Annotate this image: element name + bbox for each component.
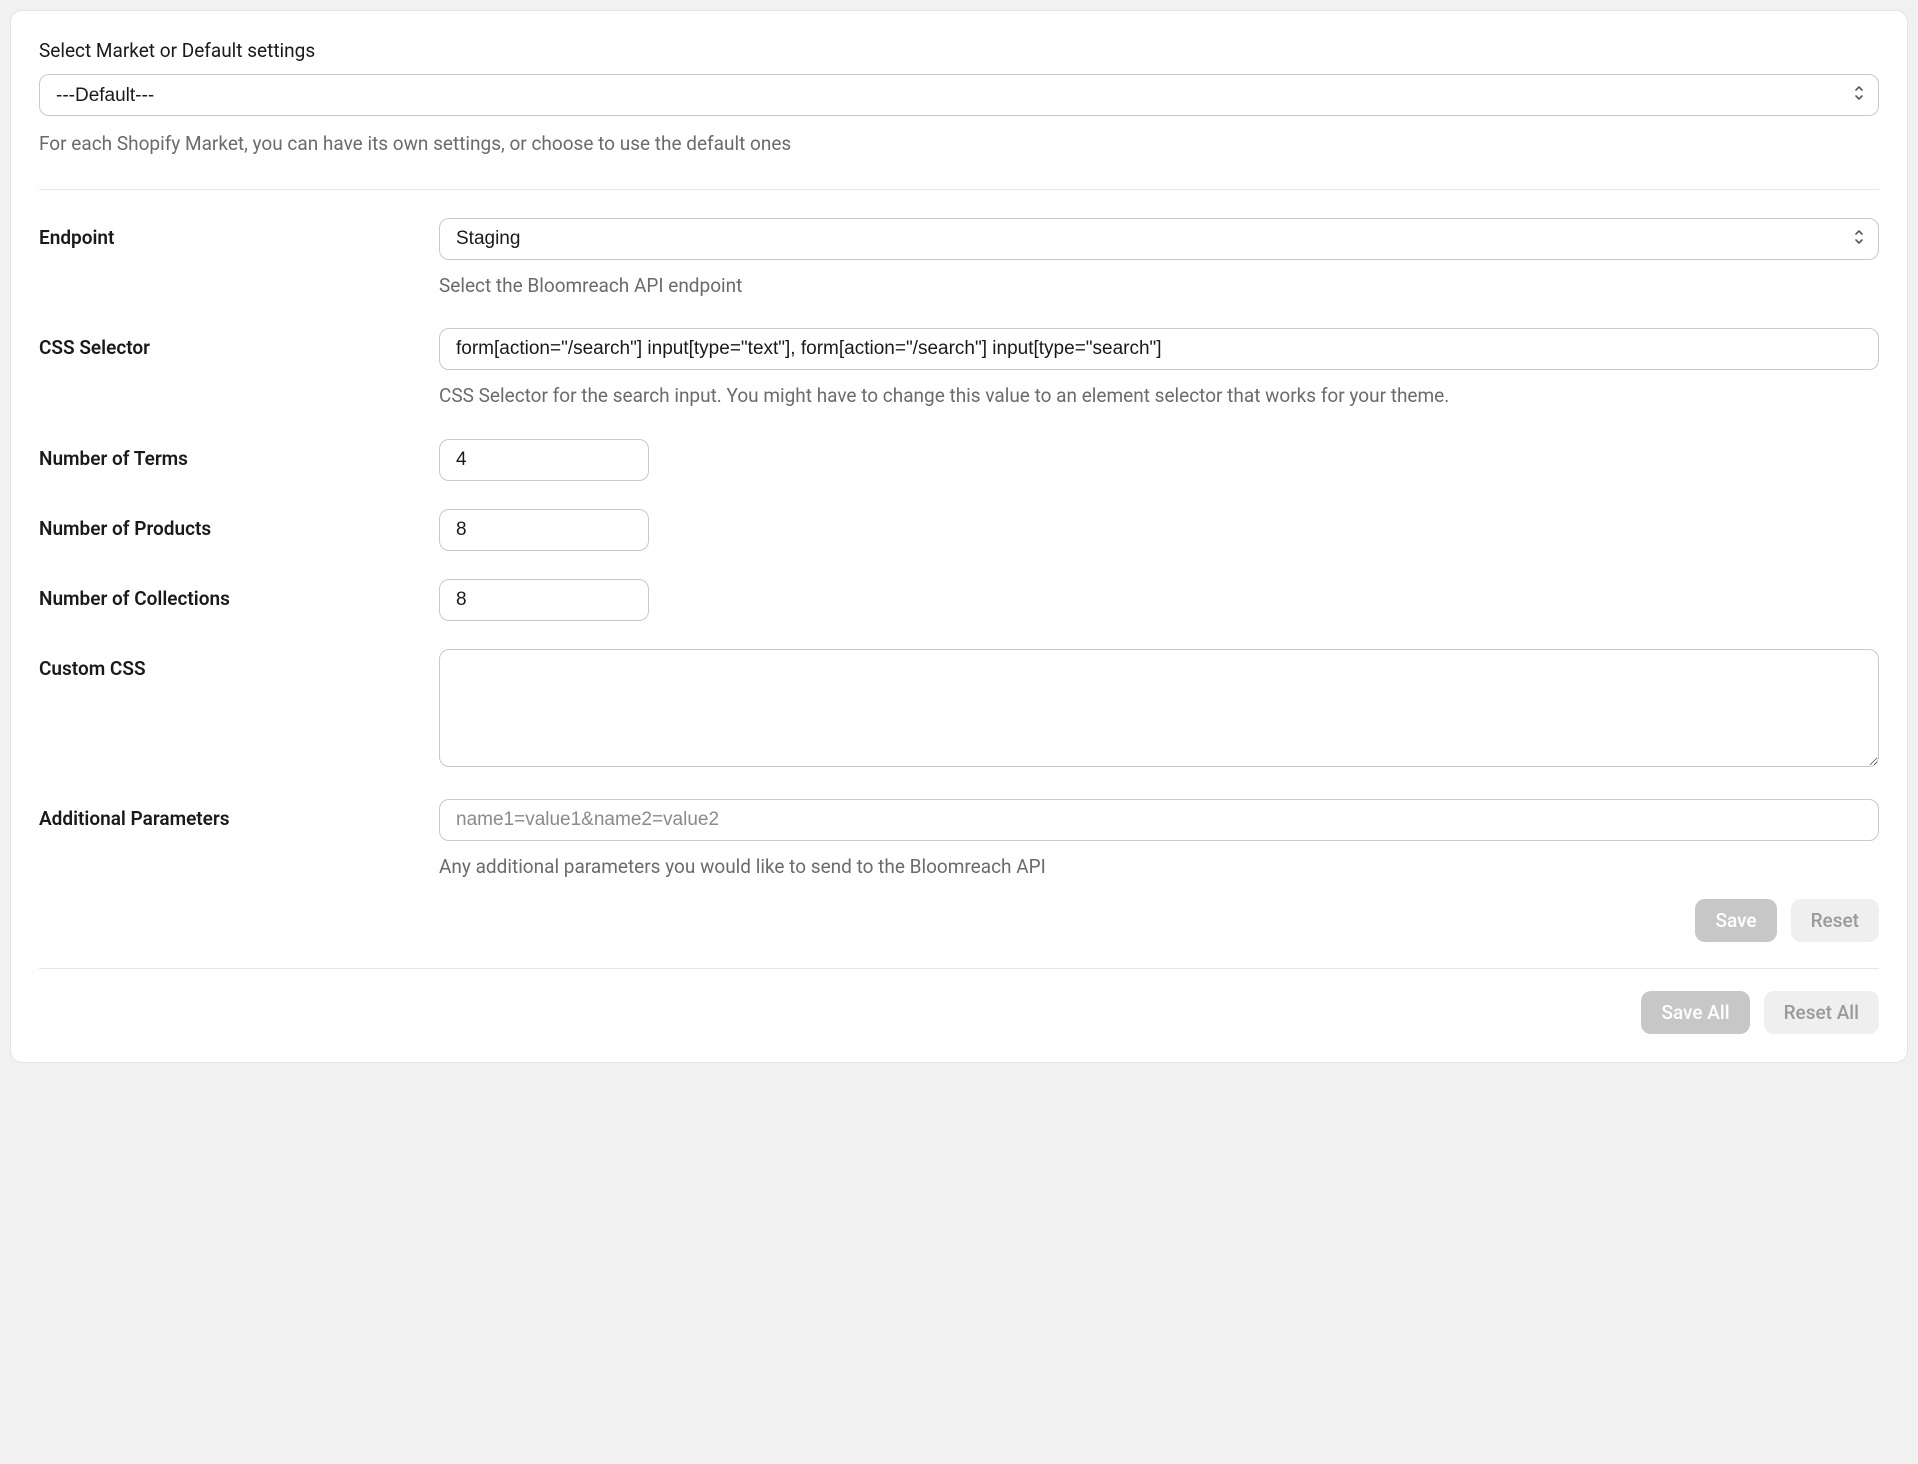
custom-css-row: Custom CSS: [39, 649, 1879, 771]
divider: [39, 189, 1879, 190]
additional-params-label: Additional Parameters: [39, 807, 439, 830]
market-select-wrapper: ---Default---: [39, 74, 1879, 116]
section-button-row: Save Reset: [39, 899, 1879, 942]
css-selector-input[interactable]: [439, 328, 1879, 370]
footer-button-row: Save All Reset All: [39, 991, 1879, 1034]
num-collections-row: Number of Collections: [39, 579, 1879, 621]
market-help-text: For each Shopify Market, you can have it…: [39, 130, 1879, 159]
footer-divider: [39, 968, 1879, 969]
additional-params-help: Any additional parameters you would like…: [439, 853, 1879, 882]
css-selector-label: CSS Selector: [39, 336, 439, 359]
market-label: Select Market or Default settings: [39, 39, 1879, 62]
additional-params-input[interactable]: [439, 799, 1879, 841]
endpoint-select[interactable]: Staging: [439, 218, 1879, 260]
endpoint-row: Endpoint Staging Select the Bloomreach A…: [39, 218, 1879, 301]
endpoint-label: Endpoint: [39, 226, 439, 249]
num-products-row: Number of Products: [39, 509, 1879, 551]
additional-params-row: Additional Parameters Any additional par…: [39, 799, 1879, 882]
num-terms-row: Number of Terms: [39, 439, 1879, 481]
num-collections-input[interactable]: [439, 579, 649, 621]
reset-all-button[interactable]: Reset All: [1764, 991, 1879, 1034]
endpoint-help: Select the Bloomreach API endpoint: [439, 272, 1879, 301]
custom-css-input[interactable]: [439, 649, 1879, 767]
num-products-label: Number of Products: [39, 517, 439, 540]
save-all-button[interactable]: Save All: [1641, 991, 1749, 1034]
css-selector-row: CSS Selector CSS Selector for the search…: [39, 328, 1879, 411]
reset-button[interactable]: Reset: [1791, 899, 1879, 942]
custom-css-label: Custom CSS: [39, 657, 439, 680]
num-terms-label: Number of Terms: [39, 447, 439, 470]
num-products-input[interactable]: [439, 509, 649, 551]
save-button[interactable]: Save: [1695, 899, 1776, 942]
market-section: Select Market or Default settings ---Def…: [39, 39, 1879, 159]
endpoint-select-wrapper: Staging: [439, 218, 1879, 260]
num-collections-label: Number of Collections: [39, 587, 439, 610]
num-terms-input[interactable]: [439, 439, 649, 481]
settings-card: Select Market or Default settings ---Def…: [10, 10, 1908, 1063]
css-selector-help: CSS Selector for the search input. You m…: [439, 382, 1879, 411]
market-select[interactable]: ---Default---: [39, 74, 1879, 116]
